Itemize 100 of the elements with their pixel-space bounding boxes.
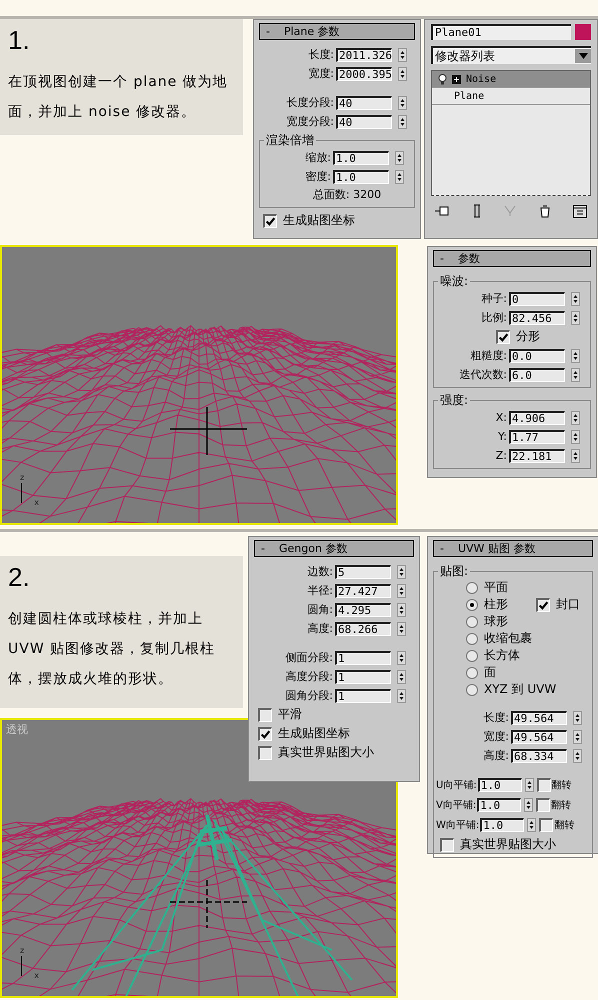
pillar-icon[interactable] (472, 204, 480, 218)
checkbox[interactable] (258, 726, 272, 740)
expand-icon[interactable] (452, 74, 461, 84)
radio-label: 收缩包裹 (484, 630, 532, 647)
spinner-arrows-icon[interactable] (397, 670, 406, 684)
radio-label: 长方体 (484, 647, 520, 664)
pin-icon[interactable] (435, 205, 449, 217)
spinner-arrows-icon[interactable] (397, 622, 406, 636)
number-field[interactable]: 1.0 (477, 798, 522, 812)
spinner-arrows-icon[interactable] (397, 602, 406, 616)
number-field[interactable]: 82.456 (509, 310, 565, 324)
number-field[interactable]: 68.266 (335, 622, 391, 636)
rollout-header[interactable]: - 参数 (433, 250, 591, 267)
spinner-arrows-icon[interactable] (397, 584, 406, 598)
spinner-arrows-icon[interactable] (571, 430, 580, 444)
spinner-arrows-icon[interactable] (573, 710, 582, 724)
number-field[interactable]: 27.427 (335, 584, 391, 598)
field-label: 高度: (483, 748, 509, 763)
checkbox[interactable] (539, 818, 554, 832)
radio-button[interactable] (466, 598, 478, 610)
spinner-arrows-icon[interactable] (527, 818, 536, 832)
checkbox[interactable] (258, 746, 272, 760)
spinner-arrows-icon[interactable] (571, 448, 580, 462)
radio-button[interactable] (466, 650, 478, 662)
radio-button[interactable] (466, 582, 478, 594)
number-field[interactable]: 2000.395 (336, 66, 392, 80)
number-field[interactable]: 4.295 (335, 602, 391, 616)
checkbox[interactable] (536, 598, 550, 612)
number-field[interactable]: 40 (336, 96, 392, 110)
checkbox-label: 真实世界贴图大小 (278, 744, 374, 761)
radio-button[interactable] (466, 684, 478, 696)
lightbulb-icon[interactable] (438, 74, 447, 84)
number-field[interactable]: 1.0 (333, 150, 389, 164)
spinner-arrows-icon[interactable] (397, 688, 406, 702)
spinner-arrows-icon[interactable] (397, 564, 406, 578)
number-field[interactable]: 1 (335, 650, 391, 664)
number-field[interactable]: 49.564 (511, 730, 567, 744)
spinner-arrows-icon[interactable] (398, 66, 407, 80)
modifier-list-dropdown[interactable]: 修改器列表 (431, 46, 591, 64)
color-swatch[interactable] (575, 24, 591, 40)
field-label: 粗糙度: (470, 348, 507, 363)
spinner-arrows-icon[interactable] (398, 48, 407, 62)
spinner-arrows-icon[interactable] (571, 410, 580, 424)
number-field[interactable]: 2011.326 (336, 48, 392, 62)
checkbox[interactable] (258, 708, 272, 722)
rollout-header[interactable]: - UVW 贴图 参数 (433, 540, 593, 557)
number-field[interactable]: 40 (336, 114, 392, 128)
field-label: 长度分段: (286, 95, 334, 110)
spinner-arrows-icon[interactable] (573, 748, 582, 762)
checkbox[interactable] (440, 838, 454, 852)
object-name-field[interactable]: Plane01 (431, 24, 571, 40)
number-field[interactable]: 49.564 (511, 710, 567, 724)
spinner-arrows-icon[interactable] (571, 310, 580, 324)
number-field[interactable]: 5 (335, 564, 391, 578)
spinner-arrows-icon[interactable] (571, 348, 580, 362)
number-field[interactable]: 6.0 (509, 368, 565, 382)
field-label: 密度: (305, 169, 331, 184)
number-field[interactable]: 4.906 (509, 410, 565, 424)
configure-icon[interactable] (573, 204, 587, 218)
radio-button[interactable] (466, 632, 478, 644)
field-label: V向平铺: (436, 799, 476, 812)
rollout-header[interactable]: - Gengon 参数 (254, 540, 414, 557)
spinner-arrows-icon[interactable] (398, 114, 407, 128)
stack-item[interactable]: Plane (432, 88, 590, 105)
number-field[interactable]: 1 (335, 670, 391, 684)
number-field[interactable]: 68.334 (511, 748, 567, 762)
spinner-arrows-icon[interactable] (573, 730, 582, 744)
number-field[interactable]: 1 (335, 688, 391, 702)
number-field[interactable]: 0.0 (509, 348, 565, 362)
spinner-arrows-icon[interactable] (395, 150, 404, 164)
checkbox-label: 分形 (516, 328, 540, 345)
number-field[interactable]: 1.0 (478, 778, 522, 792)
axis-label: z (20, 947, 24, 955)
checkbox[interactable] (536, 798, 550, 812)
field-label: 长度: (308, 47, 334, 62)
checkbox-label: 翻转 (551, 798, 572, 812)
stack-item[interactable]: Noise (432, 71, 590, 88)
number-field[interactable]: 0 (509, 292, 565, 306)
number-field[interactable]: 22.181 (509, 448, 565, 462)
field-label: Y: (498, 430, 507, 443)
spinner-arrows-icon[interactable] (395, 170, 404, 184)
spinner-arrows-icon[interactable] (571, 368, 580, 382)
checkbox[interactable] (496, 330, 510, 344)
radio-button[interactable] (466, 616, 478, 628)
number-field[interactable]: 1.77 (509, 430, 565, 444)
trash-can-icon[interactable] (540, 204, 550, 218)
spinner-arrows-icon[interactable] (571, 292, 580, 306)
group-title: 贴图: (438, 564, 470, 578)
spinner-arrows-icon[interactable] (397, 650, 406, 664)
spinner-arrows-icon[interactable] (524, 778, 534, 792)
rollout-header[interactable]: - Plane 参数 (259, 23, 415, 40)
radio-label: XYZ 到 UVW (484, 681, 556, 698)
number-field[interactable]: 1.0 (333, 170, 389, 184)
number-field[interactable]: 1.0 (480, 818, 524, 832)
checkbox[interactable] (263, 214, 277, 228)
checkbox[interactable] (536, 778, 551, 792)
spinner-arrows-icon[interactable] (524, 798, 534, 812)
viewport[interactable]: z x (0, 245, 398, 525)
spinner-arrows-icon[interactable] (398, 96, 407, 110)
radio-button[interactable] (466, 666, 478, 678)
